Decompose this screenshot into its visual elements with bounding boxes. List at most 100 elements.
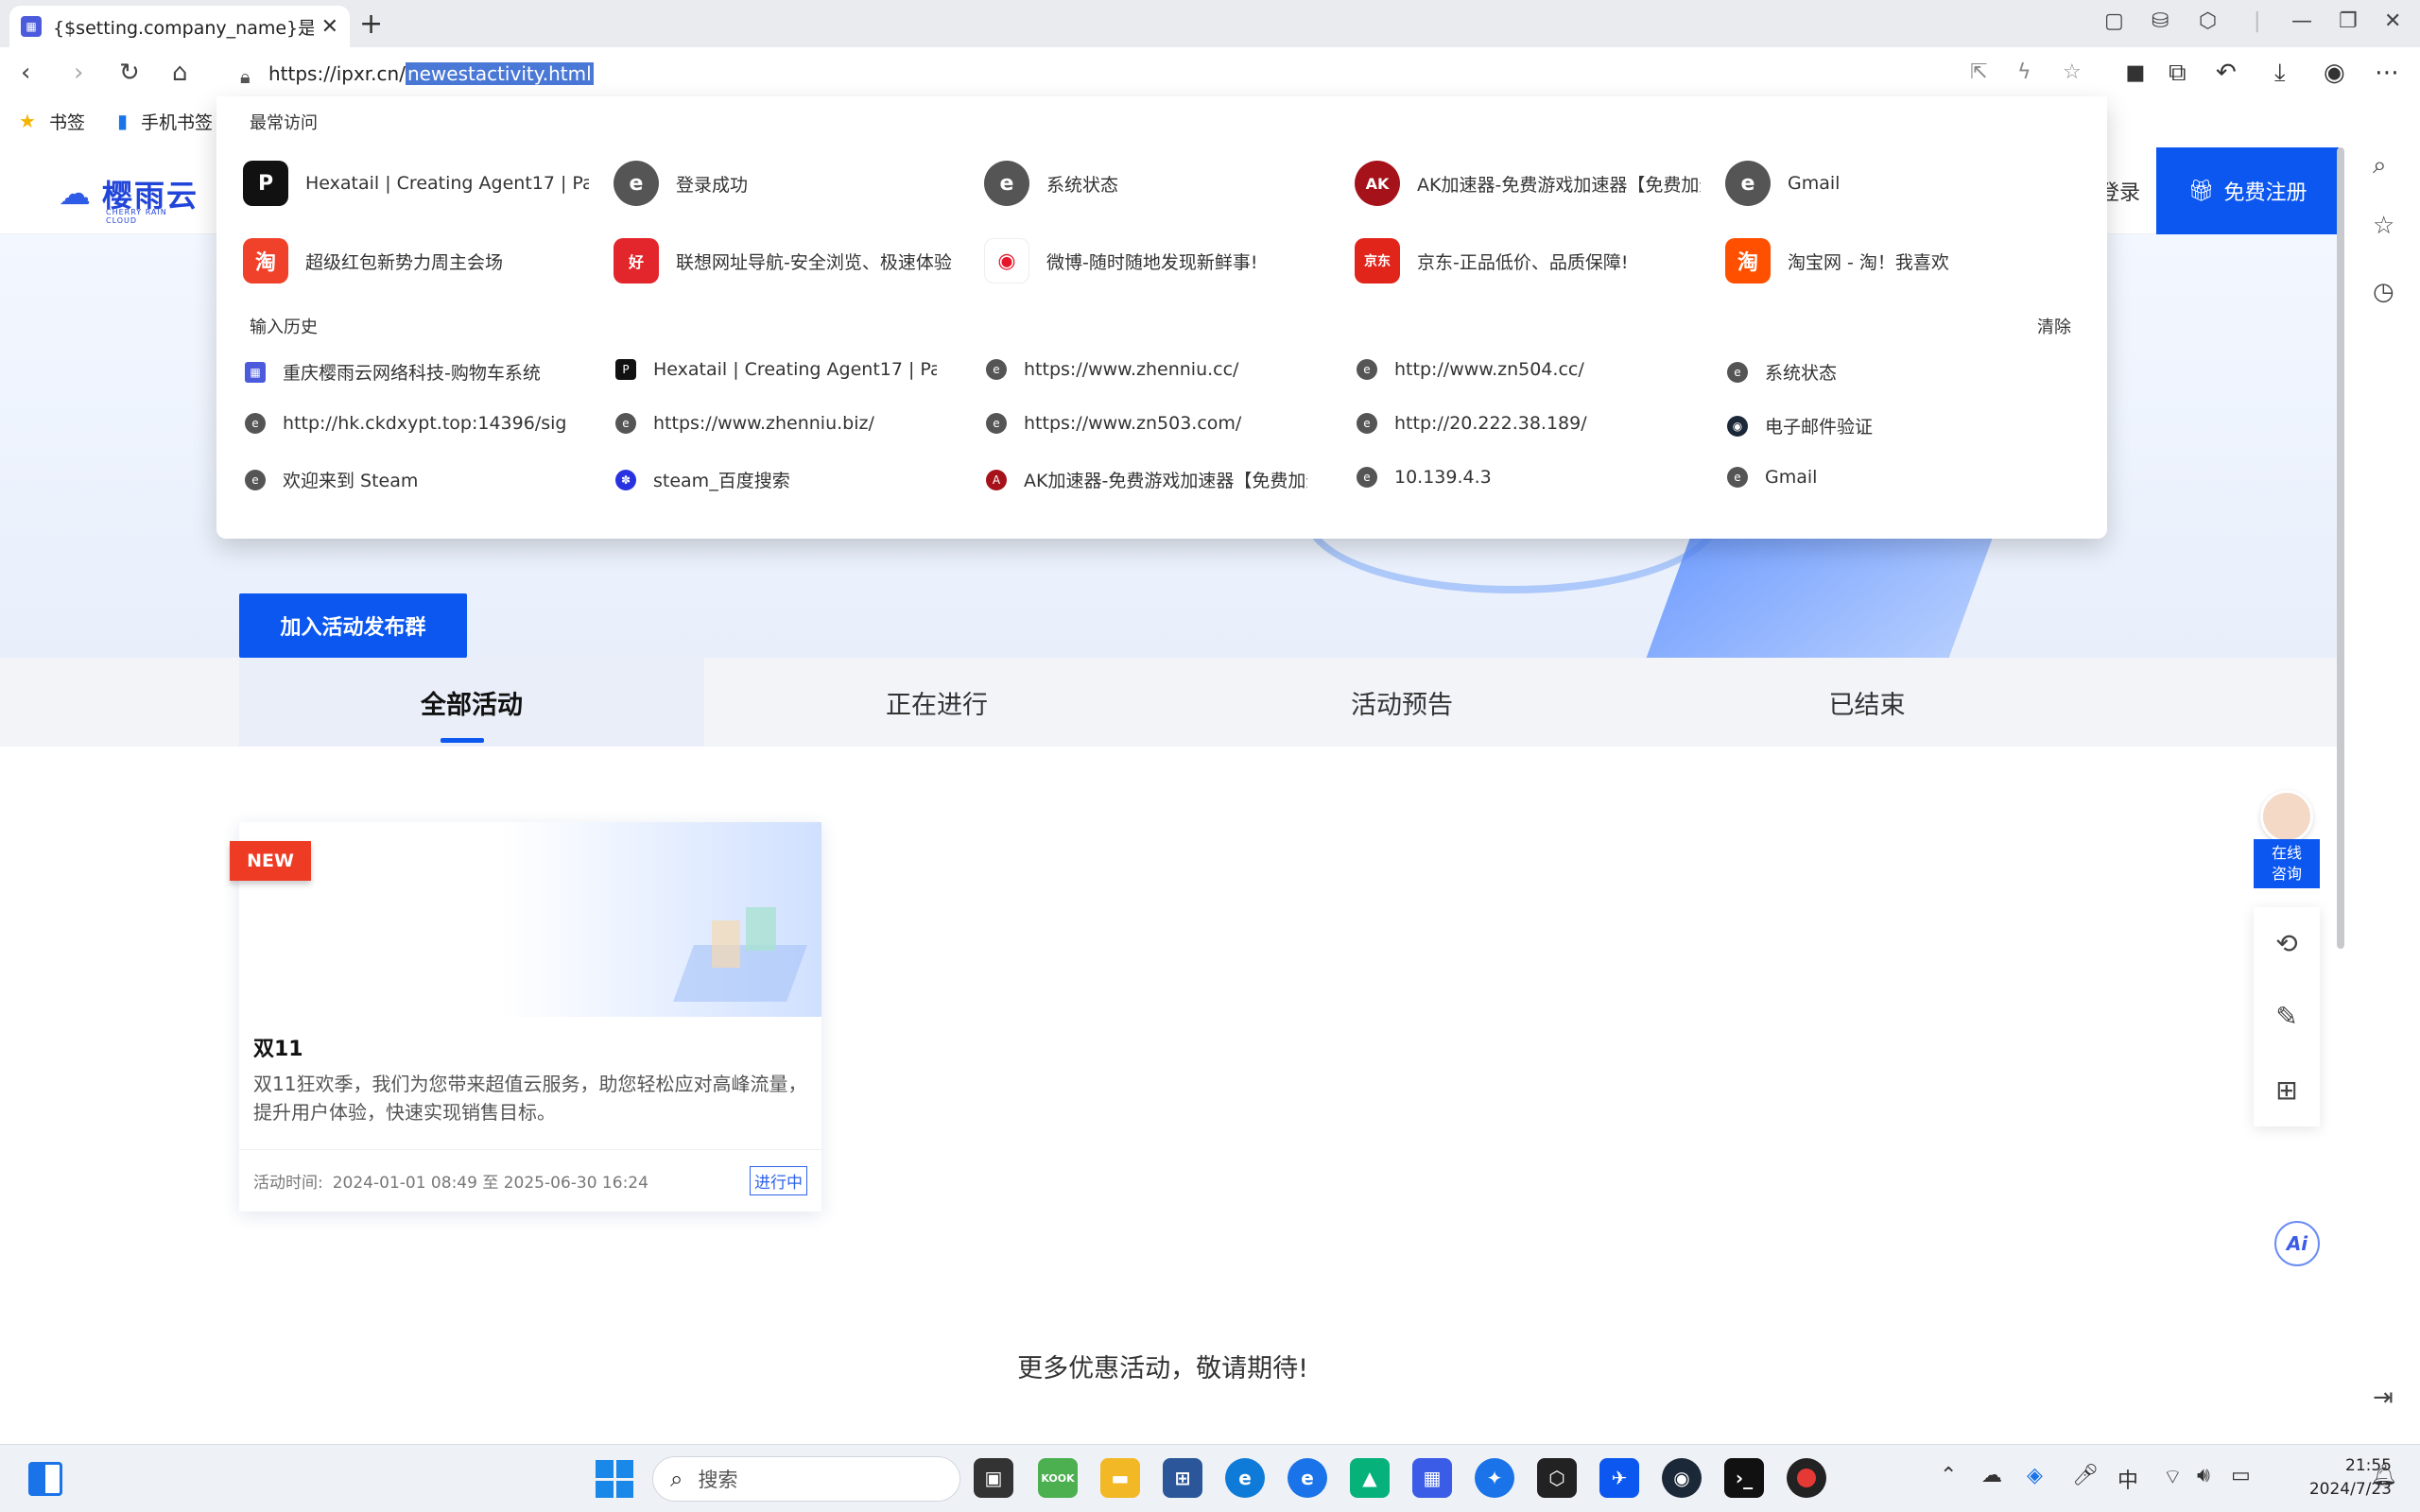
task-view-icon[interactable]: ▣	[974, 1458, 1013, 1498]
kook-icon[interactable]: KOOK	[1038, 1458, 1078, 1498]
history-item[interactable]: e https://www.zn503.com/	[986, 413, 1307, 434]
address-suggestions-dropdown: 最常访问 P Hexatail | Creating Agent17 | Pat…	[216, 96, 2107, 539]
extensions-icon[interactable]: ⬡	[2199, 9, 2217, 33]
refresh-chat-icon[interactable]: ⟲	[2275, 928, 2297, 959]
home-button[interactable]: ⌂	[172, 59, 188, 87]
widgets-icon[interactable]	[28, 1462, 62, 1496]
frequent-item[interactable]: AK AK加速器-免费游戏加速器【免费加速	[1355, 161, 1701, 206]
start-button[interactable]	[596, 1460, 633, 1498]
steam-icon: ◉	[1727, 415, 1748, 437]
lightning-icon[interactable]: ϟ	[2017, 60, 2031, 84]
minimize-button[interactable]: —	[2291, 9, 2312, 33]
wifi-icon[interactable]: ⌔	[2163, 1464, 2183, 1490]
history-icon[interactable]: ◷	[2373, 278, 2394, 306]
address-bar[interactable]: 🔒︎ https://ipxr.cn/newestactivity.html	[219, 53, 2106, 94]
app-tray-icon[interactable]: ◈	[2027, 1464, 2043, 1487]
frequent-item[interactable]: e 登录成功	[614, 161, 959, 206]
tab-all-activities[interactable]: 全部活动	[239, 658, 704, 747]
register-button[interactable]: 🎁︎ 免费注册	[2156, 147, 2339, 234]
download-icon[interactable]: ⤓	[2274, 59, 2286, 88]
join-group-button[interactable]: 加入活动发布群	[239, 593, 467, 658]
history-item[interactable]: e 欢迎来到 Steam	[245, 467, 566, 492]
lock-icon[interactable]: 🔒︎	[240, 65, 253, 88]
activity-time-label: 活动时间:	[253, 1174, 323, 1193]
reload-button[interactable]: ↻	[119, 59, 140, 87]
frequent-item[interactable]: e Gmail	[1725, 161, 2071, 206]
new-tab-button[interactable]: +	[359, 8, 383, 41]
frequent-item[interactable]: 好 联想网址导航-安全浏览、极速体验	[614, 238, 959, 284]
history-item[interactable]: e 系统状态	[1727, 359, 2048, 385]
onedrive-icon[interactable]: ☁	[1981, 1464, 2002, 1487]
store-icon[interactable]: ⊞	[1163, 1458, 1202, 1498]
close-tab-icon[interactable]: ✕	[321, 15, 338, 39]
app-icon[interactable]: ✦	[1475, 1458, 1514, 1498]
ai-assistant-button[interactable]: Ai	[2274, 1221, 2320, 1266]
record-icon[interactable]	[1787, 1458, 1826, 1498]
history-item[interactable]: e 10.139.4.3	[1357, 467, 1678, 488]
history-item[interactable]: ✽ steam_百度搜索	[615, 467, 937, 492]
tab-actions-icon[interactable]: ▢	[2104, 9, 2124, 33]
frequent-item[interactable]: e 系统状态	[984, 161, 1330, 206]
edge-icon[interactable]: e	[1225, 1458, 1265, 1498]
frequent-item[interactable]: P Hexatail | Creating Agent17 | Patreon	[243, 161, 589, 206]
ime-indicator[interactable]: 中	[2118, 1464, 2138, 1494]
browser-tab[interactable]: ▦ {$setting.company_name}是国内 ✕	[9, 6, 350, 47]
history-item[interactable]: P Hexatail | Creating Agent17 | Patreon	[615, 359, 937, 380]
incognito-icon[interactable]: ⛁	[2152, 9, 2169, 33]
history-item[interactable]: e http://hk.ckdxypt.top:14396/signup	[245, 413, 566, 434]
history-item[interactable]: ◉ 电子邮件验证	[1727, 413, 2048, 438]
tab-upcoming[interactable]: 活动预告	[1169, 658, 1634, 747]
history-item[interactable]: e http://20.222.38.189/	[1357, 413, 1678, 434]
frequent-item[interactable]: 淘 淘宝网 - 淘！我喜欢	[1725, 238, 2071, 284]
chevron-up-icon[interactable]: ⌃	[1940, 1464, 1957, 1487]
puzzle-icon[interactable]: ⧉	[2169, 59, 2187, 88]
history-item[interactable]: e https://www.zhenniu.biz/	[615, 413, 937, 434]
share-icon[interactable]: ⇱	[1970, 60, 1987, 84]
page-scrollbar[interactable]	[2337, 147, 2344, 949]
history-item[interactable]: e https://www.zhenniu.cc/	[986, 359, 1307, 380]
collapse-sidebar-icon[interactable]: ⇥	[2373, 1383, 2394, 1412]
activity-card[interactable]: NEW 双11 双11狂欢季，我们为您带来超值云服务，助您轻松应对高峰流量，提升…	[230, 822, 821, 1211]
steam-icon[interactable]: ◉	[1662, 1458, 1702, 1498]
undo-icon[interactable]: ↶	[2216, 59, 2237, 87]
volume-icon[interactable]: 🔊︎	[2197, 1464, 2210, 1487]
taskbar-search[interactable]: ⌕ 搜索	[652, 1456, 960, 1502]
favorite-star-icon[interactable]: ☆	[2063, 60, 2082, 84]
close-window-button[interactable]: ✕	[2384, 9, 2401, 33]
qrcode-icon[interactable]: ⊞	[2275, 1074, 2297, 1106]
clear-history-button[interactable]: 清除	[2037, 314, 2071, 338]
frequent-item[interactable]: 淘 超级红包新势力周主会场	[243, 238, 589, 284]
history-item[interactable]: e Gmail	[1727, 467, 2048, 488]
history-item[interactable]: A AK加速器-免费游戏加速器【免费加速	[986, 467, 1307, 492]
online-consult-button[interactable]: 在线 咨询	[2254, 790, 2320, 892]
edit-icon[interactable]: ✎	[2275, 1001, 2297, 1032]
back-button[interactable]: ‹	[21, 59, 30, 87]
bookmark-item[interactable]: ▮ 手机书签	[117, 109, 213, 134]
frequent-item[interactable]: 京东 京东-正品低价、品质保障!	[1355, 238, 1701, 284]
history-item[interactable]: ▦ 重庆樱雨云网络科技-购物车系统	[245, 359, 566, 385]
history-item[interactable]: e http://www.zn504.cc/	[1357, 359, 1678, 380]
favorites-icon[interactable]: ☆	[2373, 212, 2394, 240]
tab-ongoing[interactable]: 正在进行	[704, 658, 1169, 747]
site-logo[interactable]: ☁ 樱雨云 CHERRY RAIN CLOUD	[59, 172, 199, 225]
profile-icon[interactable]: ◉	[2324, 59, 2345, 87]
restore-button[interactable]: ❐	[2339, 9, 2358, 33]
app-icon[interactable]: ▦	[1412, 1458, 1452, 1498]
tab-ended[interactable]: 已结束	[1634, 658, 2100, 747]
frequent-item[interactable]: ◉ 微博-随时随地发现新鲜事!	[984, 238, 1330, 284]
app-icon[interactable]: ⬡	[1537, 1458, 1577, 1498]
search-icon[interactable]: ⌕	[2373, 151, 2387, 180]
browser-icon[interactable]: e	[1288, 1458, 1327, 1498]
app-icon[interactable]: ✈	[1599, 1458, 1639, 1498]
bookmark-item[interactable]: ★ 书签	[19, 109, 85, 134]
forward-button[interactable]: ›	[74, 59, 83, 87]
battery-icon[interactable]: ▭	[2231, 1464, 2251, 1487]
microphone-icon[interactable]: 🎤︎	[2072, 1464, 2099, 1487]
terminal-icon[interactable]: ›_	[1724, 1458, 1764, 1498]
reader-icon[interactable]: ◼	[2125, 59, 2146, 87]
app-icon[interactable]: ▲	[1350, 1458, 1390, 1498]
file-explorer-icon[interactable]: ▬	[1100, 1458, 1140, 1498]
more-menu-icon[interactable]: ⋯	[2375, 59, 2399, 87]
notification-bell-icon[interactable]: 🔔︎	[2371, 1464, 2397, 1487]
start-tile	[615, 1480, 633, 1498]
